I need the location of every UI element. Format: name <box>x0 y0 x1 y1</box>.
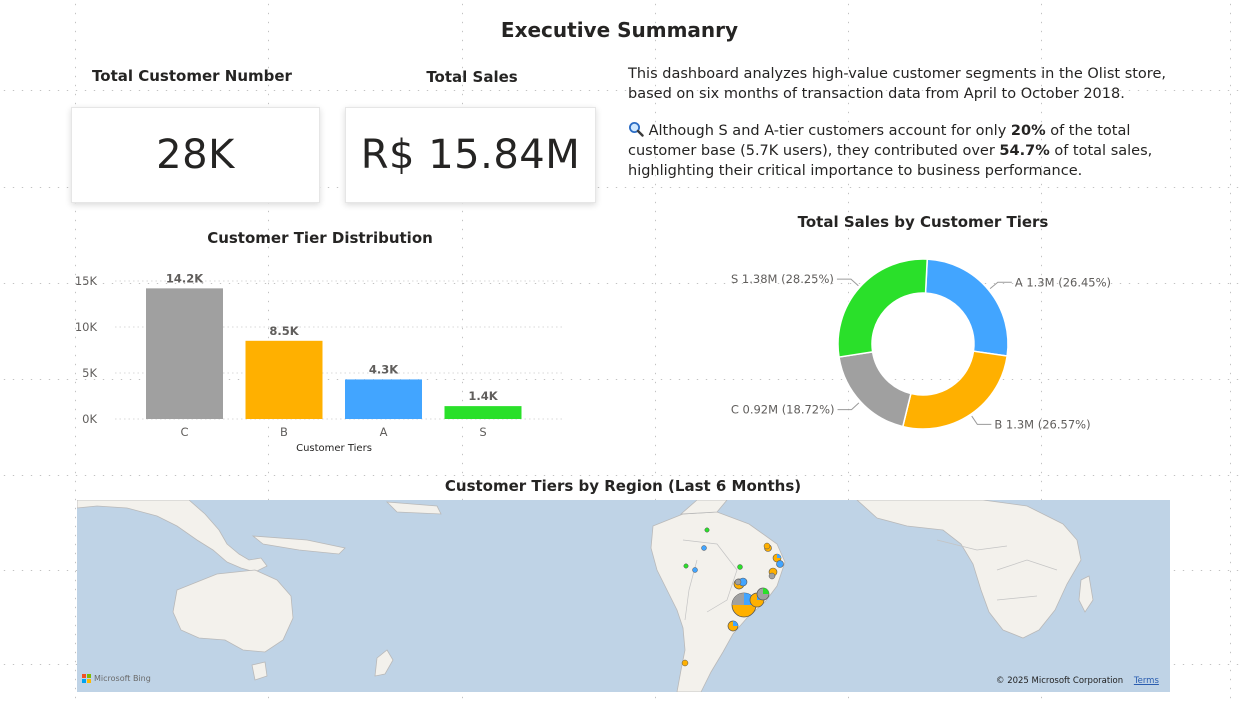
bar-data-label: 14.2K <box>166 271 204 285</box>
summary-highlight-sales: 54.7% <box>999 143 1050 159</box>
map-land <box>77 500 1094 692</box>
donut-leader-line <box>837 402 860 411</box>
summary-text: This dashboard analyzes high-value custo… <box>628 64 1188 198</box>
map-title: Customer Tiers by Region (Last 6 Months) <box>444 477 802 495</box>
terms-link[interactable]: Terms <box>1134 676 1159 686</box>
kpi-customers-value: 28K <box>156 132 235 178</box>
map-copyright: © 2025 Microsoft Corporation Terms <box>996 676 1159 686</box>
bar-data-label: 8.5K <box>269 324 299 338</box>
x-axis-label: Customer Tiers <box>296 443 372 454</box>
bar-data-label: 1.4K <box>468 389 498 403</box>
gridline-dots <box>0 475 1239 476</box>
region-map[interactable] <box>77 500 1170 692</box>
bar-S[interactable] <box>444 406 522 419</box>
donut-slice-B[interactable] <box>901 350 1009 430</box>
donut-slice-C[interactable] <box>838 350 912 428</box>
summary-paragraph-2: Although S and A-tier customers account … <box>628 121 1188 181</box>
summary-highlight-share: 20% <box>1010 123 1046 139</box>
bar-data-label: 4.3K <box>369 362 399 376</box>
kpi-customers-card[interactable]: 28K <box>71 107 320 203</box>
kpi-sales-card[interactable]: R$ 15.84M <box>345 107 596 203</box>
y-tick-label: 15K <box>75 274 98 288</box>
donut-label-S: S 1.38M (28.25%) <box>731 272 834 286</box>
bar-chart-title: Customer Tier Distribution <box>207 229 433 247</box>
kpi-sales-label: Total Sales <box>426 68 518 86</box>
donut-label-C: C 0.92M (18.72%) <box>731 403 835 417</box>
magnifier-icon <box>629 122 644 137</box>
bing-logo: Microsoft Bing <box>82 674 151 683</box>
y-tick-label: 10K <box>75 320 98 334</box>
bar-chart[interactable]: 0K 5K 10K 15K 14.2K C 8.5K B 4.3K A 1.4K S Customer … <box>60 258 580 458</box>
y-tick-label: 0K <box>82 412 97 426</box>
donut-leader-line <box>836 278 859 287</box>
donut-slice-A[interactable] <box>924 258 1009 357</box>
donut-slice-S[interactable] <box>837 258 929 358</box>
bing-label: Microsoft Bing <box>94 674 151 683</box>
copyright-text: © 2025 Microsoft Corporation <box>996 676 1124 686</box>
microsoft-logo-icon <box>82 674 91 683</box>
donut-leader-line <box>989 281 1012 290</box>
x-tick-label: S <box>479 425 486 439</box>
bar-C[interactable] <box>146 288 223 419</box>
summary-paragraph-1: This dashboard analyzes high-value custo… <box>628 66 1166 102</box>
x-tick-label: A <box>380 425 388 439</box>
donut-chart-title: Total Sales by Customer Tiers <box>797 213 1049 231</box>
donut-chart[interactable]: A 1.3M (26.45%) B 1.3M (26.57%) C 0.92M (1… <box>703 232 1143 457</box>
page-title: Executive Summanry <box>500 18 739 42</box>
x-tick-label: C <box>180 425 188 439</box>
y-tick-label: 5K <box>82 366 97 380</box>
bar-A[interactable] <box>345 379 422 419</box>
gridline-dots <box>1230 0 1231 705</box>
x-tick-label: B <box>280 425 288 439</box>
donut-label-B: B 1.3M (26.57%) <box>994 417 1090 431</box>
donut-leader-line <box>971 415 992 425</box>
kpi-customers-label: Total Customer Number <box>92 67 292 85</box>
summary-text-part: Although S and A-tier customers account … <box>648 123 1011 139</box>
bar-B[interactable] <box>245 340 323 419</box>
donut-label-A: A 1.3M (26.45%) <box>1015 275 1111 289</box>
kpi-sales-value: R$ 15.84M <box>360 132 581 178</box>
